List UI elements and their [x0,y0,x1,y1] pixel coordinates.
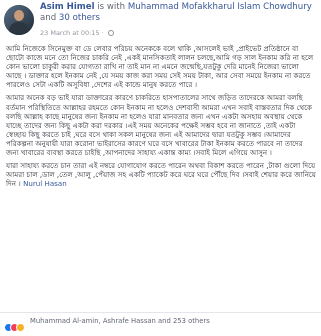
meta-separator: · [101,29,104,37]
author-name-link[interactable]: Asim Himel [40,2,95,12]
wow-reaction-icon [16,323,25,332]
mention-link[interactable]: Nurul Hasan [23,179,67,188]
tagged-person-link[interactable]: Muhammad Mofakkharul Islam Chowdhury [128,2,312,12]
post-paragraph-3: যারা সাহায্য করতে চান তারা এই নম্বরে যোগ… [6,161,316,188]
and-text: and [40,13,57,23]
tagged-others-link[interactable]: 30 others [59,13,100,23]
post-timestamp[interactable]: 23 March at 00:15 [40,29,100,37]
post-paragraph-1: আমি নিজেকে সিনেমুক্ত বা ডে লেবার পরিচয় … [6,44,314,90]
author-avatar[interactable] [4,5,34,35]
with-text: is with [97,2,126,12]
public-globe-icon [107,30,114,36]
post-paragraph-2: আমার অনেক বড় ভাই যারা ডাক্তারের কারণে চ… [6,93,312,158]
post-title-line: Asim Himel is with Muhammad Mofakkharul … [40,2,318,24]
post-footer: Muhammad Al-amin, Ashrafe Hassan and 253… [0,312,321,332]
reactions-summary[interactable]: Muhammad Al-amin, Ashrafe Hassan and 253… [30,317,210,325]
reaction-icons[interactable] [4,317,25,332]
reactions-count-text[interactable]: Muhammad Al-amin, Ashrafe Hassan and 253… [30,317,210,325]
post-body: আমি নিজেকে সিনেমুক্ত বা ডে লেবার পরিচয় … [6,44,316,192]
post-header: Asim Himel is with Muhammad Mofakkharul … [0,0,321,42]
post-meta: 23 March at 00:15 · [40,29,114,37]
